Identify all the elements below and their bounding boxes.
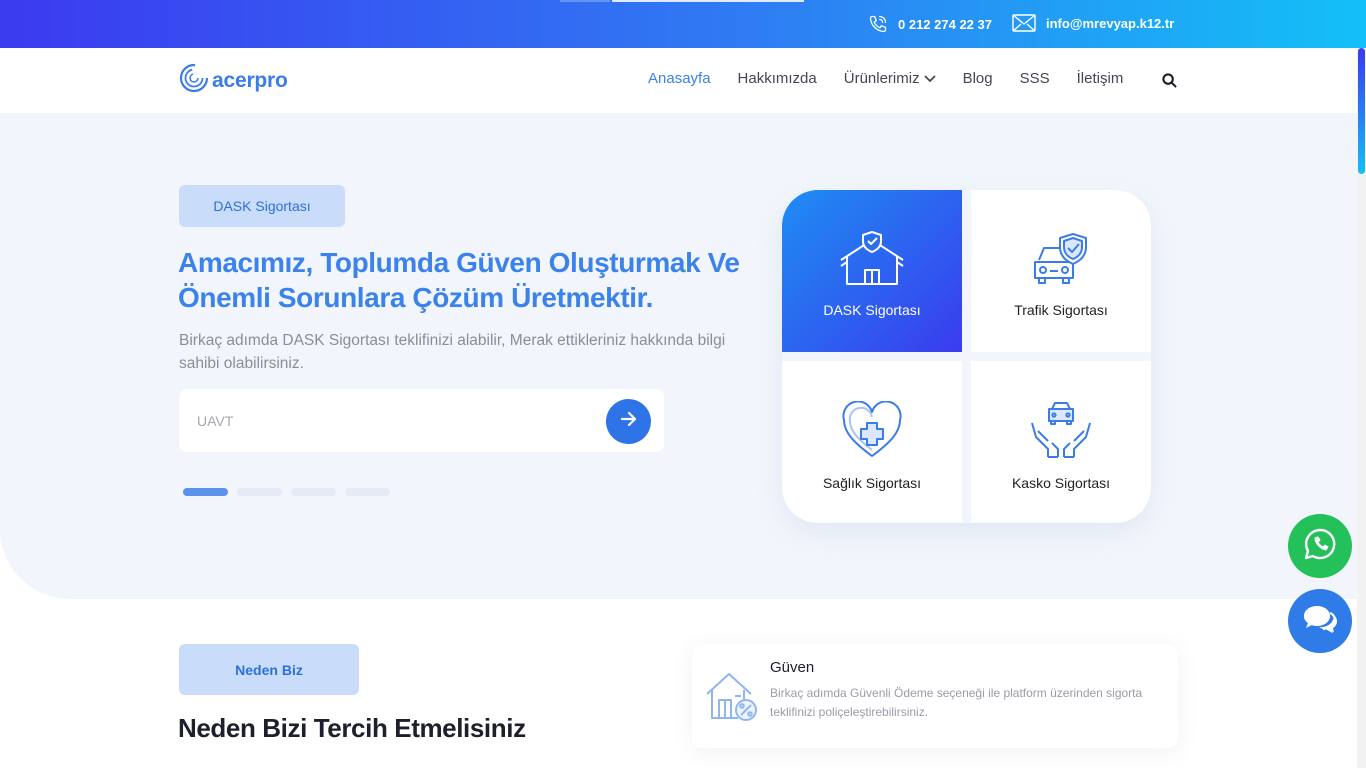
slider-dot[interactable] [183,488,228,496]
nav-label: Blog [962,70,993,87]
main-navigation: acerpro Anasayfa Hakkımızda Ürünlerimiz … [0,48,1366,113]
service-card-kasko[interactable]: Kasko Sigortası [971,361,1151,523]
logo[interactable]: acerpro [178,62,288,99]
submit-button[interactable] [606,399,651,444]
search-icon[interactable] [1162,73,1177,93]
email-address[interactable]: info@mrevyap.k12.tr [1046,16,1174,31]
chevron-down-icon [923,70,936,87]
email-contact[interactable]: info@mrevyap.k12.tr [1012,14,1174,32]
arrow-right-icon [620,411,638,432]
page-scrollbar[interactable] [1357,48,1366,768]
slider-dot[interactable] [345,488,390,496]
phone-icon [868,14,888,34]
chat-bubbles-icon [1301,603,1339,640]
car-shield-icon [1031,230,1091,291]
slider-dot[interactable] [237,488,282,496]
why-badge: Neden Biz [179,644,359,695]
nav-label: Anasayfa [648,70,711,87]
uavt-search-box [179,389,664,452]
logo-icon [178,62,210,99]
nav-label: İletişim [1076,70,1124,87]
phone-number[interactable]: 0 212 274 22 37 [898,17,992,32]
scrollbar-thumb[interactable] [1358,48,1365,174]
nav-item-blog[interactable]: Blog [963,70,993,87]
whatsapp-icon [1303,527,1337,566]
heart-plus-icon [841,400,903,464]
phone-contact[interactable]: 0 212 274 22 37 [868,14,992,34]
service-cards: DASK Sigortası Trafik Sigortası Sağlık S… [782,190,1151,523]
service-label: Sağlık Sigortası [822,475,922,491]
hands-car-icon [1030,401,1092,464]
nav-item-hakkimizda[interactable]: Hakkımızda [738,70,817,87]
slider-dot[interactable] [291,488,336,496]
nav-item-sss[interactable]: SSS [1020,70,1050,87]
nav-label: Ürünlerimiz [843,70,920,87]
house-percent-icon [704,670,758,727]
service-card-trafik[interactable]: Trafik Sigortası [971,190,1151,352]
service-label: Trafik Sigortası [1014,302,1108,318]
why-title: Neden Bizi Tercih Etmelisiniz [178,713,526,743]
house-shield-icon [837,230,907,293]
slider-dots [183,488,390,496]
mail-icon [1012,14,1036,32]
service-label: DASK Sigortası [823,302,921,318]
top-accent-line-active [612,0,804,2]
live-chat-button[interactable] [1288,589,1352,653]
hero-description: Birkaç adımda DASK Sigortası teklifinizi… [179,332,726,372]
feature-title: Güven [770,659,815,676]
uavt-input[interactable] [197,407,577,435]
top-bar: 0 212 274 22 37 info@mrevyap.k12.tr [0,0,1366,48]
nav-label: SSS [1019,70,1050,87]
service-label: Kasko Sigortası [1011,475,1111,491]
service-card-saglik[interactable]: Sağlık Sigortası [782,361,962,523]
nav-item-urunlerimiz[interactable]: Ürünlerimiz [844,70,936,87]
hero-category-badge: DASK Sigortası [179,185,345,227]
whatsapp-button[interactable] [1288,514,1352,578]
logo-text: acerpro [212,68,288,92]
nav-menu: Anasayfa Hakkımızda Ürünlerimiz Blog SSS… [648,70,1150,87]
hero-title: Amacımız, Toplumda Güven Oluşturmak Ve Ö… [178,247,740,313]
nav-item-anasayfa[interactable]: Anasayfa [648,70,711,87]
top-accent-line [560,0,610,2]
nav-item-iletisim[interactable]: İletişim [1077,70,1124,87]
nav-label: Hakkımızda [737,70,817,87]
feature-description: Birkaç adımda Güvenli Ödeme seçeneği ile… [770,686,1143,719]
service-card-dask[interactable]: DASK Sigortası [782,190,962,352]
hero-section: DASK Sigortası Amacımız, Toplumda Güven … [0,113,1357,599]
feature-card: Güven Birkaç adımda Güvenli Ödeme seçene… [692,644,1178,748]
